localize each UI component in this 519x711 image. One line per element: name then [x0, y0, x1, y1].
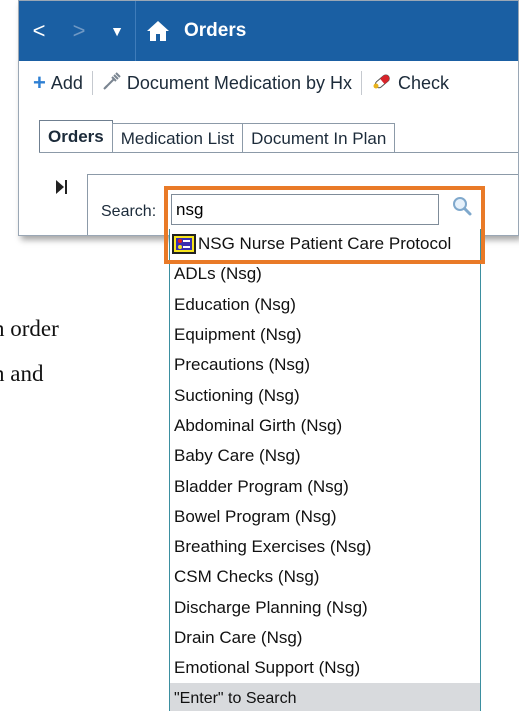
- result-item[interactable]: Education (Nsg): [170, 290, 480, 320]
- background-document-text-line2: n and: [0, 361, 44, 386]
- search-button[interactable]: [447, 193, 477, 223]
- result-item[interactable]: CSM Checks (Nsg): [170, 562, 480, 592]
- toolbar: + Add Document Medication by Hx Check: [19, 61, 518, 105]
- result-item[interactable]: Equipment (Nsg): [170, 320, 480, 350]
- search-results-list: NSG Nurse Patient Care Protocol ADLs (Ns…: [169, 229, 481, 711]
- result-item[interactable]: Bowel Program (Nsg): [170, 502, 480, 532]
- history-dropdown-button[interactable]: ▼: [99, 1, 135, 61]
- add-button[interactable]: + Add: [33, 72, 83, 94]
- pill-icon: [371, 71, 393, 96]
- enter-to-search-hint[interactable]: "Enter" to Search: [170, 683, 480, 711]
- result-item[interactable]: Drain Care (Nsg): [170, 623, 480, 653]
- tab-strip: Orders Medication List Document In Plan: [39, 120, 396, 153]
- result-item[interactable]: Discharge Planning (Nsg): [170, 593, 480, 623]
- toolbar-separator: [91, 71, 93, 95]
- tab-document-in-plan[interactable]: Document In Plan: [242, 123, 396, 153]
- tab-divider: [39, 152, 518, 153]
- result-item[interactable]: Precautions (Nsg): [170, 350, 480, 380]
- page-title: Orders: [184, 20, 247, 41]
- result-item[interactable]: Baby Care (Nsg): [170, 441, 480, 471]
- tab-medication-list[interactable]: Medication List: [111, 123, 244, 153]
- document-medication-button[interactable]: Document Medication by Hx: [102, 71, 352, 96]
- result-item[interactable]: Abdominal Girth (Nsg): [170, 411, 480, 441]
- magnifier-icon: [451, 195, 473, 222]
- search-label: Search:: [101, 203, 157, 220]
- home-icon[interactable]: [136, 1, 180, 61]
- expand-panel-icon[interactable]: [55, 179, 69, 198]
- result-item[interactable]: Suctioning (Nsg): [170, 380, 480, 410]
- result-item[interactable]: Bladder Program (Nsg): [170, 471, 480, 501]
- back-button[interactable]: <: [19, 1, 59, 61]
- document-medication-label: Document Medication by Hx: [126, 72, 352, 93]
- titlebar: < > ▼ Orders: [19, 1, 518, 61]
- result-item[interactable]: Emotional Support (Nsg): [170, 653, 480, 683]
- result-item[interactable]: ADLs (Nsg): [170, 259, 480, 289]
- check-button[interactable]: Check: [371, 71, 449, 96]
- check-button-label: Check: [398, 72, 450, 93]
- syringe-icon: [102, 71, 122, 96]
- care-protocol-icon: [172, 234, 196, 255]
- result-label: NSG Nurse Patient Care Protocol: [198, 234, 452, 254]
- result-item-protocol[interactable]: NSG Nurse Patient Care Protocol: [170, 229, 480, 259]
- forward-button[interactable]: >: [59, 1, 99, 61]
- add-button-label: Add: [50, 72, 83, 93]
- tab-orders[interactable]: Orders: [39, 120, 113, 153]
- result-item[interactable]: Breathing Exercises (Nsg): [170, 532, 480, 562]
- toolbar-separator: [361, 71, 362, 95]
- search-input[interactable]: [171, 194, 439, 225]
- plus-icon: +: [33, 70, 46, 95]
- background-document-text-line1: n order: [0, 316, 59, 341]
